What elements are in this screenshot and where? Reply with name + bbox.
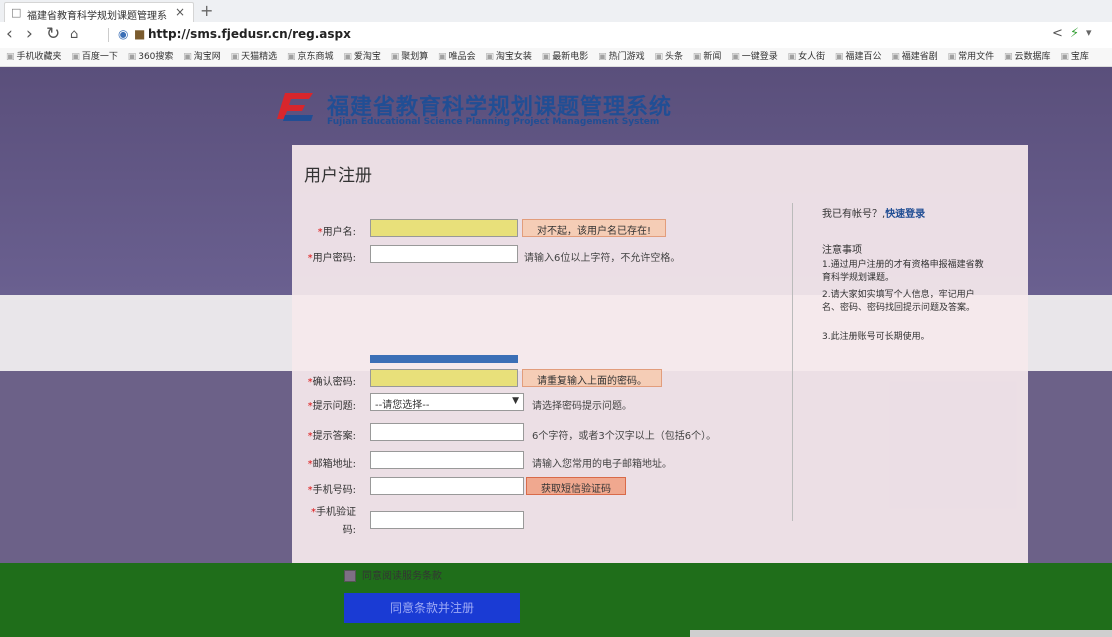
bookmark[interactable]: ▣ 云数据库: [1004, 48, 1051, 66]
email-input[interactable]: [370, 451, 524, 469]
username-input[interactable]: [370, 219, 518, 237]
site-icon: ◉: [118, 27, 129, 41]
answer-label: *提示答案:: [307, 431, 356, 442]
bookmark[interactable]: ▣ 热门游戏: [598, 48, 645, 66]
bookmark[interactable]: ▣ 常用文件: [948, 48, 995, 66]
divider: [792, 203, 793, 521]
email-hint: 请输入您常用的电子邮箱地址。: [532, 459, 672, 470]
sms-code-input[interactable]: [370, 511, 524, 529]
bookmark[interactable]: ▣ 手机收藏夹: [6, 48, 62, 66]
forward-icon[interactable]: ›: [26, 24, 33, 44]
bookmark[interactable]: ▣ 新闻: [693, 48, 722, 66]
bookmark[interactable]: ▣ 聚划算: [391, 48, 429, 66]
new-tab-icon[interactable]: +: [200, 1, 213, 20]
bookmark[interactable]: ▣ 头条: [654, 48, 683, 66]
answer-hint: 6个字符，或者3个汉字以上（包括6个）。: [532, 431, 717, 442]
email-label: *邮箱地址:: [307, 459, 356, 470]
login-prompt: 我已有帐号？,快速登录: [822, 209, 926, 220]
bookmark[interactable]: ▣ 最新电影: [542, 48, 589, 66]
address-bar: ‹ › ↻ ⌂ ◉ ■ http://sms.fjedusr.cn/reg.as…: [0, 22, 1112, 49]
chevron-down-icon: ▼: [512, 396, 519, 406]
note-item: 1.通过用户注册的才有资格申报福建省教育科学规划课题。: [822, 260, 984, 283]
question-label: *提示问题:: [307, 401, 356, 412]
notes-title: 注意事项: [822, 245, 862, 256]
question-hint: 请选择密码提示问题。: [532, 401, 632, 412]
bookmark[interactable]: ▣ 宝库: [1060, 48, 1089, 66]
password-hint: 请输入6位以上字符，不允许空格。: [524, 253, 681, 264]
password-label: *用户密码:: [307, 253, 356, 264]
background: [0, 563, 1112, 637]
close-tab-icon[interactable]: ×: [175, 5, 185, 19]
bookmark[interactable]: ▣ 爱淘宝: [343, 48, 381, 66]
tab-title: 福建省教育科学规划课题管理系: [27, 11, 167, 22]
bookmark[interactable]: ▣ 福建省剧: [891, 48, 938, 66]
url-field[interactable]: http://sms.fjedusr.cn/reg.aspx: [148, 27, 351, 41]
browser-tab[interactable]: □ 福建省教育科学规划课题管理系 ×: [4, 2, 194, 22]
bookmark[interactable]: ▣ 淘宝女装: [485, 48, 532, 66]
bookmark[interactable]: ▣ 淘宝网: [183, 48, 221, 66]
page-icon: □: [11, 6, 22, 19]
confirm-label: *确认密码:: [307, 377, 356, 388]
question-select[interactable]: --请您选择-- ▼: [370, 393, 524, 411]
note-item: 3.此注册账号可长期使用。: [822, 332, 930, 342]
sms-code-label: *手机验证: [311, 507, 356, 518]
logo-icon: [277, 93, 313, 121]
username-error: 对不起，该用户名已存在!: [522, 219, 667, 237]
confirm-input[interactable]: [370, 369, 518, 387]
bookmark[interactable]: ▣ 360搜索: [128, 48, 174, 66]
bookmark[interactable]: ▣ 福建百公: [835, 48, 882, 66]
password-strength-bar: [370, 355, 518, 363]
bookmark[interactable]: ▣ 京东商城: [287, 48, 334, 66]
bookmark[interactable]: ▣ 女人街: [788, 48, 826, 66]
background: [690, 630, 1112, 637]
extension-icon[interactable]: ⚡: [1070, 26, 1079, 41]
checkbox-icon[interactable]: [344, 570, 356, 582]
site-subtitle: Fujian Educational Science Planning Proj…: [327, 117, 660, 127]
phone-input[interactable]: [370, 477, 524, 495]
page-viewport: 福建省教育科学规划课题管理系统 Fujian Educational Scien…: [0, 67, 1112, 637]
phone-label: *手机号码:: [307, 485, 356, 496]
bookmarks-bar: ▣ 手机收藏夹 ▣ 百度一下 ▣ 360搜索 ▣ 淘宝网 ▣ 天猫精选 ▣ 京东商城 ▣ 爱淘…: [0, 48, 1112, 67]
note-item: 2.请大家如实填写个人信息，牢记用户名、密码、密码找回提示问题及答案。: [822, 290, 976, 313]
chevron-down-icon[interactable]: ▾: [1086, 26, 1092, 39]
site-logo: 福建省教育科学规划课题管理系统 Fujian Educational Scien…: [275, 89, 695, 129]
register-button[interactable]: 同意条款并注册: [344, 593, 520, 623]
register-panel: 用户注册 *用户名: 对不起，该用户名已存在! *用户密码: 请输入6位以上字符…: [292, 145, 1028, 623]
answer-input[interactable]: [370, 423, 524, 441]
bookmark[interactable]: ▣ 天猫精选: [231, 48, 278, 66]
bookmark[interactable]: ▣ 唯品会: [438, 48, 476, 66]
page-title: 用户注册: [304, 166, 372, 186]
divider: [108, 28, 109, 42]
tab-strip: □ 福建省教育科学规划课题管理系 × +: [0, 0, 1112, 22]
username-label: *用户名:: [317, 227, 356, 238]
refresh-icon[interactable]: ↻: [46, 24, 60, 44]
back-icon[interactable]: ‹: [6, 24, 13, 44]
confirm-hint: 请重复输入上面的密码。: [522, 369, 662, 387]
home-icon[interactable]: ⌂: [70, 27, 78, 42]
get-sms-code-button[interactable]: 获取短信验证码: [526, 477, 626, 495]
password-input[interactable]: [370, 245, 518, 263]
agree-checkbox[interactable]: 同意阅读服务条款: [344, 567, 442, 582]
quick-login-link[interactable]: 快速登录: [885, 209, 925, 220]
bookmark[interactable]: ▣ 百度一下: [71, 48, 118, 66]
bookmark[interactable]: ▣ 一键登录: [731, 48, 778, 66]
sms-code-label: 码:: [342, 525, 356, 536]
share-icon[interactable]: <: [1052, 26, 1063, 41]
lock-icon: ■: [134, 27, 146, 41]
